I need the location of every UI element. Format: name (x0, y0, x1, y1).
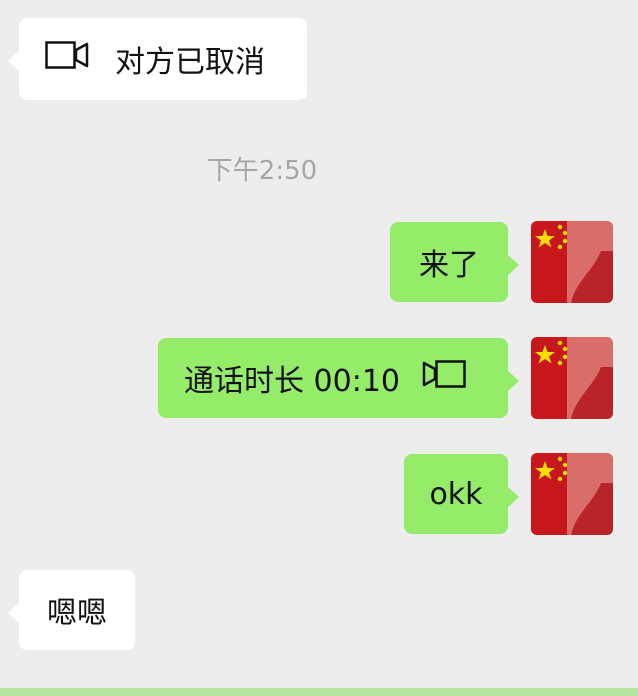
timestamp-text: 下午2:50 (206, 156, 318, 186)
cancelled-call-text: 对方已取消 (115, 45, 265, 80)
outgoing-message-bubble[interactable]: okk (404, 454, 519, 534)
incoming-call-cancelled-bubble[interactable]: 对方已取消 (8, 18, 307, 100)
video-call-icon (422, 360, 466, 396)
message-text: 嗯嗯 (47, 596, 107, 631)
incoming-message-bubble[interactable]: 嗯嗯 (8, 570, 135, 650)
outgoing-call-duration-bubble[interactable]: 通话时长 00:10 (158, 338, 519, 418)
call-duration-text: 通话时长 00:10 (184, 364, 400, 399)
message-text: okk (429, 476, 483, 512)
avatar[interactable] (531, 337, 613, 419)
avatar[interactable] (531, 453, 613, 535)
avatar[interactable] (531, 221, 613, 303)
bottom-edge (0, 688, 638, 696)
message-text: 来了 (419, 248, 479, 283)
video-call-icon (45, 41, 89, 77)
outgoing-message-bubble[interactable]: 来了 (390, 222, 519, 302)
message-timestamp: 下午2:50 (0, 150, 638, 187)
